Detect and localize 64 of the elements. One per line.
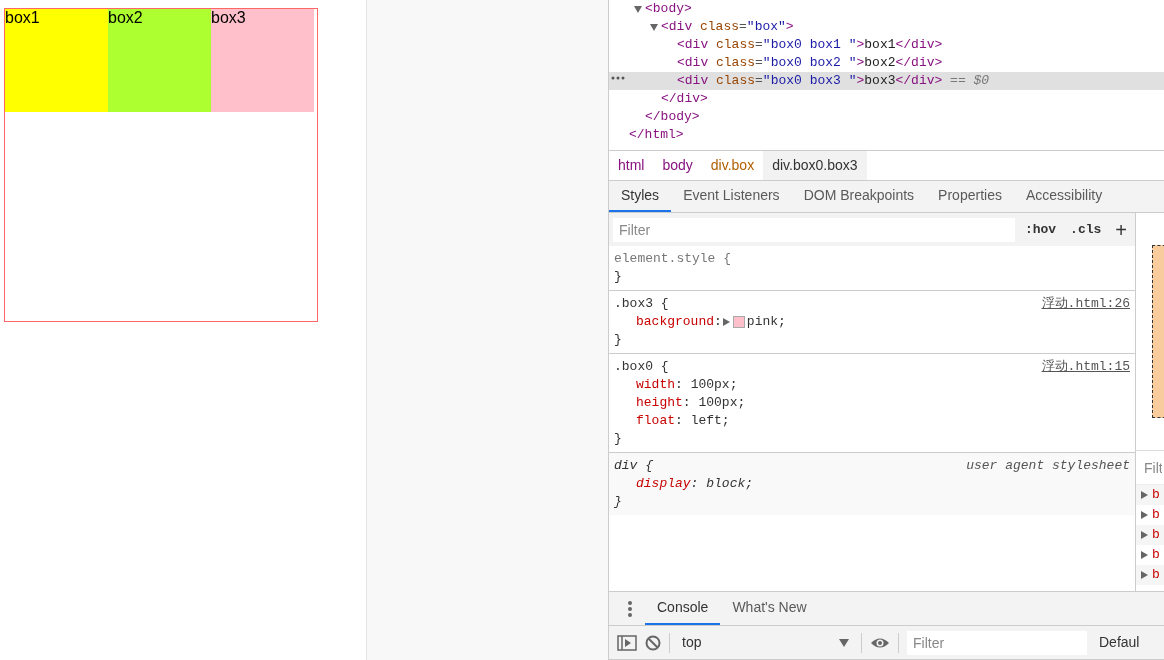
css-value: 100px; <box>689 376 738 394</box>
css-value: block; <box>705 475 754 493</box>
expand-triangle-icon[interactable] <box>649 22 659 32</box>
source-link[interactable]: 浮动.html:15 <box>1041 358 1130 376</box>
css-value: pink; <box>746 313 786 331</box>
computed-property[interactable]: b <box>1152 545 1160 565</box>
colon: : <box>675 412 683 430</box>
css-selector: .box0 { <box>614 358 669 376</box>
closing-brace: } <box>614 331 623 349</box>
log-levels-dropdown[interactable]: Defaul <box>1099 632 1140 653</box>
tab[interactable]: DOM Breakpoints <box>791 181 927 212</box>
closing-brace: } <box>614 268 623 286</box>
css-selector: div { <box>614 457 653 475</box>
tab[interactable]: Event Listeners <box>671 181 792 212</box>
css-value: 100px; <box>697 394 746 412</box>
code-line: <div class="box0 box3 ">box3</div> == $0 <box>677 72 990 90</box>
selected-row[interactable]: <div class="box0 box3 ">box3</div> == $0 <box>609 72 1164 90</box>
code-line: <div class="box0 box2 ">box2</div> <box>677 54 943 72</box>
css-value: left; <box>689 412 730 430</box>
tab[interactable]: Properties <box>926 181 1014 212</box>
css-property: display <box>636 475 691 493</box>
dropdown-caret-icon <box>839 638 849 647</box>
colon: : <box>682 394 691 412</box>
more-icon[interactable] <box>627 600 633 618</box>
closing-brace: } <box>614 493 623 511</box>
filter-field[interactable]: Filter <box>907 630 1087 655</box>
code-line: </div> <box>661 90 708 108</box>
tab[interactable]: What's New <box>720 592 819 625</box>
expand-triangle-icon[interactable] <box>633 4 643 14</box>
css-property: height <box>636 394 683 412</box>
colon: : <box>675 376 683 394</box>
code-line: <body> <box>645 0 692 18</box>
css-selector: element.style { <box>614 250 732 268</box>
colored-box: box3 <box>211 9 314 112</box>
breadcrumb-item[interactable]: body <box>653 151 702 180</box>
color-swatch[interactable] <box>732 316 745 328</box>
colored-box: box1 <box>5 9 108 112</box>
css-property: background <box>636 313 714 331</box>
expand-triangle-icon[interactable] <box>721 317 731 327</box>
sidebar-toggle-icon[interactable] <box>617 634 637 651</box>
code-line: </body> <box>645 108 700 126</box>
colon: : <box>690 475 699 493</box>
closing-brace: } <box>614 430 623 448</box>
tab[interactable]: Accessibility <box>1013 181 1115 212</box>
code-line: </html> <box>629 126 684 144</box>
css-property: float <box>636 412 675 430</box>
context-select[interactable]: top <box>678 632 853 653</box>
toolbar-button[interactable]: :hov <box>1020 219 1061 240</box>
toolbar-button[interactable]: + <box>1111 214 1131 245</box>
code-line: <div class="box"> <box>661 18 794 36</box>
source-link[interactable]: 浮动.html:26 <box>1041 295 1130 313</box>
breadcrumb-item[interactable]: div.box0.box3 <box>763 151 867 180</box>
css-property: width <box>636 376 675 394</box>
breadcrumb-item[interactable]: div.box <box>701 151 764 180</box>
more-icon[interactable] <box>611 76 625 80</box>
css-selector: .box3 { <box>614 295 669 313</box>
colored-box: box2 <box>108 9 211 112</box>
toolbar-button[interactable]: .cls <box>1066 219 1106 240</box>
computed-property[interactable]: b <box>1152 505 1160 525</box>
colon: : <box>714 313 722 331</box>
breadcrumb-item[interactable]: html <box>609 151 654 180</box>
clear-icon[interactable] <box>645 634 661 651</box>
code-line: <div class="box0 box1 ">box1</div> <box>677 36 943 54</box>
filter-field[interactable]: Filter <box>613 217 1015 242</box>
